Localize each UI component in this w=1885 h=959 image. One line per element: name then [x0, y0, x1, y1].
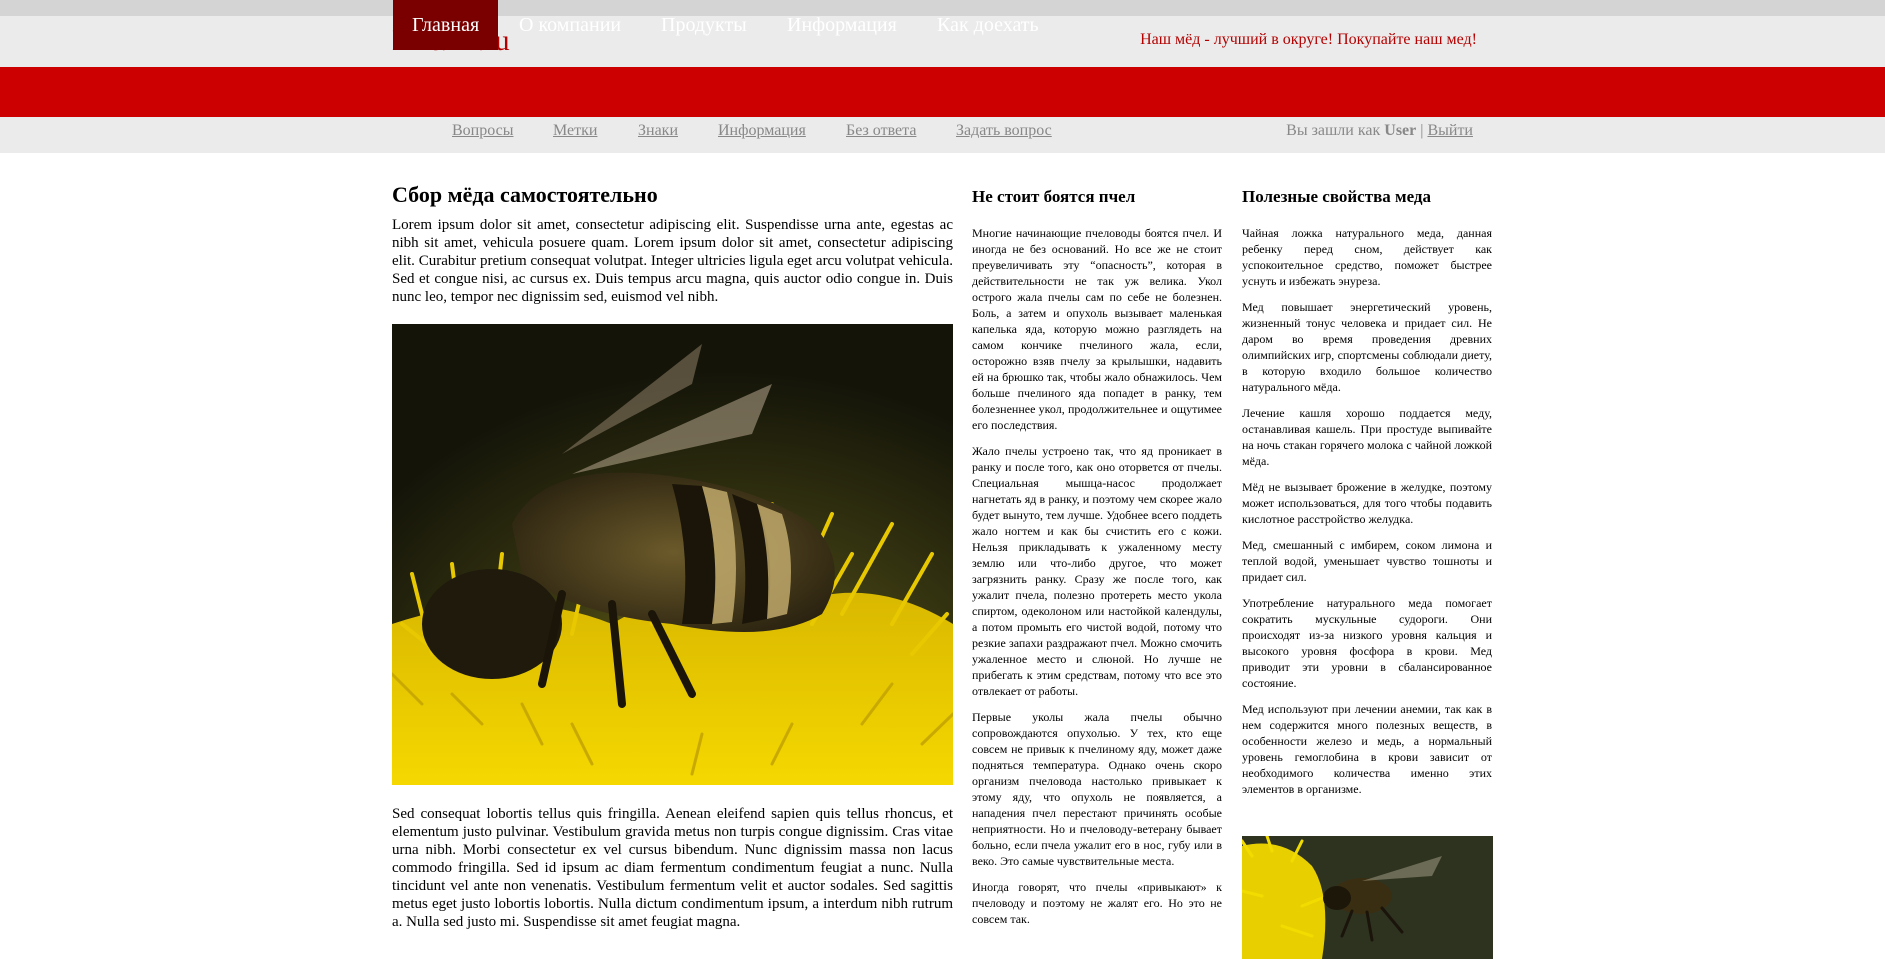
bees-paragraph: Многие начинающие пчеловоды боятся пчел.… [972, 226, 1222, 432]
logout-link[interactable]: Выйти [1427, 122, 1473, 139]
subnav-unanswered[interactable]: Без ответа [846, 122, 916, 140]
honey-paragraph: Лечение кашля хорошо поддается меду, ост… [1242, 406, 1492, 468]
bee-on-flower-photo [1242, 836, 1493, 959]
main-nav [0, 67, 1885, 117]
user-info: Вы зашли как User | Выйти [1200, 122, 1473, 140]
bee-on-dandelion-photo [392, 324, 953, 785]
subnav-badges[interactable]: Знаки [638, 122, 678, 140]
honey-paragraph: Мёд не вызывает брожение в желудке, поэт… [1242, 480, 1492, 526]
sidebar-honey: Полезные свойства меда Чайная ложка нату… [1242, 186, 1492, 807]
sub-nav [0, 117, 1885, 153]
nav-item-info[interactable]: Информация [787, 0, 897, 50]
article-intro: Lorem ipsum dolor sit amet, consectetur … [392, 217, 953, 305]
bees-paragraph: Жало пчелы устроено так, что яд проникае… [972, 444, 1222, 698]
article-body: Sed consequat lobortis tellus quis fring… [392, 806, 953, 930]
site-slogan: Наш мёд - лучший в округе! Покупайте наш… [1140, 31, 1477, 48]
subnav-tags[interactable]: Метки [553, 122, 597, 140]
nav-item-directions[interactable]: Как доехать [937, 0, 1039, 50]
sidebar-bees: Не стоит боятся пчел Многие начинающие п… [972, 186, 1222, 937]
nav-item-products[interactable]: Продукты [661, 0, 747, 50]
user-separator: | [1420, 122, 1424, 139]
subnav-questions[interactable]: Вопросы [452, 122, 513, 140]
honey-title: Полезные свойства меда [1242, 187, 1432, 206]
nav-item-about[interactable]: О компании [519, 0, 621, 50]
honey-paragraph: Мед, смешанный с имбирем, соком лимона и… [1242, 538, 1492, 584]
user-prefix: Вы зашли как [1286, 122, 1381, 139]
username: User [1384, 122, 1417, 139]
subnav-info[interactable]: Информация [718, 122, 806, 140]
bees-paragraph: Иногда говорят, что пчелы «привыкают» к … [972, 880, 1222, 926]
article-title: Сбор мёда самостоятельно [392, 182, 658, 207]
bees-paragraph: Первые уколы жала пчелы обычно сопровожд… [972, 710, 1222, 868]
honey-paragraph: Мед используют при лечении анемии, так к… [1242, 702, 1492, 796]
main-column: Сбор мёда самостоятельно Lorem ipsum dol… [392, 182, 953, 306]
nav-item-home[interactable]: Главная [393, 0, 499, 50]
honey-paragraph: Мед повышает энергетический уровень, жиз… [1242, 300, 1492, 394]
bees-title: Не стоит боятся пчел [972, 187, 1136, 206]
honey-paragraph: Употребление натурального меда помогает … [1242, 596, 1492, 690]
honey-paragraph: Чайная ложка натурального меда, данная р… [1242, 226, 1492, 288]
subnav-ask-question[interactable]: Задать вопрос [956, 122, 1052, 140]
